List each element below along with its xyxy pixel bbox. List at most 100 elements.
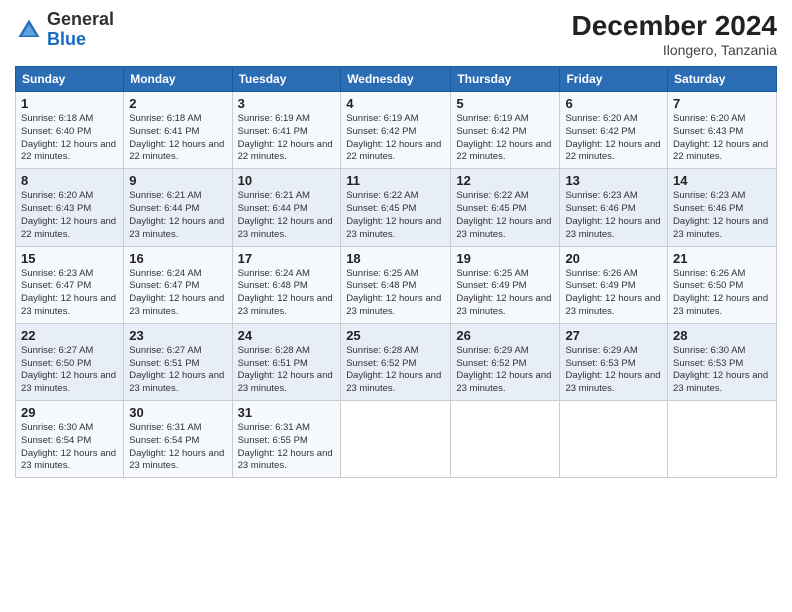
- sunrise-text: Sunrise: 6:23 AM: [21, 268, 93, 279]
- calendar-cell: 7 Sunrise: 6:20 AM Sunset: 6:43 PM Dayli…: [668, 92, 777, 169]
- day-number: 10: [238, 173, 336, 188]
- day-number: 24: [238, 328, 336, 343]
- sunset-text: Sunset: 6:47 PM: [129, 280, 199, 291]
- calendar-cell: 20 Sunrise: 6:26 AM Sunset: 6:49 PM Dayl…: [560, 246, 668, 323]
- day-number: 5: [456, 96, 554, 111]
- day-info: Sunrise: 6:24 AM Sunset: 6:47 PM Dayligh…: [129, 268, 226, 319]
- day-info: Sunrise: 6:22 AM Sunset: 6:45 PM Dayligh…: [346, 190, 445, 241]
- daylight-text: Daylight: 12 hours and 22 minutes.: [21, 139, 116, 163]
- day-number: 20: [565, 251, 662, 266]
- sunset-text: Sunset: 6:45 PM: [346, 203, 416, 214]
- day-info: Sunrise: 6:25 AM Sunset: 6:48 PM Dayligh…: [346, 268, 445, 319]
- daylight-text: Daylight: 12 hours and 23 minutes.: [238, 216, 333, 240]
- day-number: 13: [565, 173, 662, 188]
- sunset-text: Sunset: 6:41 PM: [129, 126, 199, 137]
- calendar-week-2: 8 Sunrise: 6:20 AM Sunset: 6:43 PM Dayli…: [16, 169, 777, 246]
- day-number: 11: [346, 173, 445, 188]
- sunrise-text: Sunrise: 6:19 AM: [456, 113, 528, 124]
- daylight-text: Daylight: 12 hours and 23 minutes.: [565, 216, 660, 240]
- daylight-text: Daylight: 12 hours and 22 minutes.: [565, 139, 660, 163]
- sunset-text: Sunset: 6:43 PM: [673, 126, 743, 137]
- day-info: Sunrise: 6:24 AM Sunset: 6:48 PM Dayligh…: [238, 268, 336, 319]
- day-number: 6: [565, 96, 662, 111]
- day-number: 4: [346, 96, 445, 111]
- sunrise-text: Sunrise: 6:25 AM: [346, 268, 418, 279]
- day-info: Sunrise: 6:20 AM Sunset: 6:42 PM Dayligh…: [565, 113, 662, 164]
- day-info: Sunrise: 6:23 AM Sunset: 6:46 PM Dayligh…: [673, 190, 771, 241]
- sunset-text: Sunset: 6:49 PM: [565, 280, 635, 291]
- sunset-text: Sunset: 6:44 PM: [129, 203, 199, 214]
- daylight-text: Daylight: 12 hours and 23 minutes.: [346, 370, 441, 394]
- calendar-week-1: 1 Sunrise: 6:18 AM Sunset: 6:40 PM Dayli…: [16, 92, 777, 169]
- sunset-text: Sunset: 6:41 PM: [238, 126, 308, 137]
- daylight-text: Daylight: 12 hours and 23 minutes.: [456, 293, 551, 317]
- sunset-text: Sunset: 6:43 PM: [21, 203, 91, 214]
- sunrise-text: Sunrise: 6:23 AM: [673, 190, 745, 201]
- day-number: 16: [129, 251, 226, 266]
- day-info: Sunrise: 6:28 AM Sunset: 6:52 PM Dayligh…: [346, 345, 445, 396]
- daylight-text: Daylight: 12 hours and 23 minutes.: [238, 293, 333, 317]
- calendar-cell: 14 Sunrise: 6:23 AM Sunset: 6:46 PM Dayl…: [668, 169, 777, 246]
- sunset-text: Sunset: 6:48 PM: [238, 280, 308, 291]
- daylight-text: Daylight: 12 hours and 23 minutes.: [21, 448, 116, 472]
- sunset-text: Sunset: 6:46 PM: [673, 203, 743, 214]
- day-number: 18: [346, 251, 445, 266]
- day-number: 30: [129, 405, 226, 420]
- daylight-text: Daylight: 12 hours and 23 minutes.: [129, 448, 224, 472]
- day-info: Sunrise: 6:26 AM Sunset: 6:50 PM Dayligh…: [673, 268, 771, 319]
- day-number: 17: [238, 251, 336, 266]
- day-number: 27: [565, 328, 662, 343]
- calendar-cell: 11 Sunrise: 6:22 AM Sunset: 6:45 PM Dayl…: [341, 169, 451, 246]
- day-number: 29: [21, 405, 118, 420]
- day-number: 3: [238, 96, 336, 111]
- sunset-text: Sunset: 6:40 PM: [21, 126, 91, 137]
- day-info: Sunrise: 6:26 AM Sunset: 6:49 PM Dayligh…: [565, 268, 662, 319]
- logo-blue: Blue: [47, 29, 86, 49]
- sunset-text: Sunset: 6:48 PM: [346, 280, 416, 291]
- day-info: Sunrise: 6:29 AM Sunset: 6:53 PM Dayligh…: [565, 345, 662, 396]
- day-info: Sunrise: 6:19 AM Sunset: 6:42 PM Dayligh…: [346, 113, 445, 164]
- calendar-cell: 13 Sunrise: 6:23 AM Sunset: 6:46 PM Dayl…: [560, 169, 668, 246]
- day-number: 15: [21, 251, 118, 266]
- col-wednesday: Wednesday: [341, 67, 451, 92]
- sunset-text: Sunset: 6:45 PM: [456, 203, 526, 214]
- sunrise-text: Sunrise: 6:28 AM: [346, 345, 418, 356]
- sunset-text: Sunset: 6:44 PM: [238, 203, 308, 214]
- daylight-text: Daylight: 12 hours and 23 minutes.: [673, 370, 768, 394]
- daylight-text: Daylight: 12 hours and 22 minutes.: [346, 139, 441, 163]
- main-container: General Blue December 2024 Ilongero, Tan…: [0, 0, 792, 488]
- sunrise-text: Sunrise: 6:30 AM: [673, 345, 745, 356]
- daylight-text: Daylight: 12 hours and 22 minutes.: [238, 139, 333, 163]
- sunrise-text: Sunrise: 6:23 AM: [565, 190, 637, 201]
- day-number: 2: [129, 96, 226, 111]
- sunrise-text: Sunrise: 6:28 AM: [238, 345, 310, 356]
- sunset-text: Sunset: 6:55 PM: [238, 435, 308, 446]
- calendar-week-5: 29 Sunrise: 6:30 AM Sunset: 6:54 PM Dayl…: [16, 401, 777, 478]
- calendar-cell: 10 Sunrise: 6:21 AM Sunset: 6:44 PM Dayl…: [232, 169, 341, 246]
- day-info: Sunrise: 6:31 AM Sunset: 6:55 PM Dayligh…: [238, 422, 336, 473]
- day-info: Sunrise: 6:21 AM Sunset: 6:44 PM Dayligh…: [129, 190, 226, 241]
- sunrise-text: Sunrise: 6:20 AM: [673, 113, 745, 124]
- sunset-text: Sunset: 6:42 PM: [346, 126, 416, 137]
- calendar-cell: 1 Sunrise: 6:18 AM Sunset: 6:40 PM Dayli…: [16, 92, 124, 169]
- calendar-week-3: 15 Sunrise: 6:23 AM Sunset: 6:47 PM Dayl…: [16, 246, 777, 323]
- day-info: Sunrise: 6:18 AM Sunset: 6:41 PM Dayligh…: [129, 113, 226, 164]
- sunrise-text: Sunrise: 6:31 AM: [129, 422, 201, 433]
- day-info: Sunrise: 6:21 AM Sunset: 6:44 PM Dayligh…: [238, 190, 336, 241]
- day-number: 8: [21, 173, 118, 188]
- calendar-cell: 15 Sunrise: 6:23 AM Sunset: 6:47 PM Dayl…: [16, 246, 124, 323]
- sunrise-text: Sunrise: 6:24 AM: [238, 268, 310, 279]
- calendar-cell: 30 Sunrise: 6:31 AM Sunset: 6:54 PM Dayl…: [124, 401, 232, 478]
- sunrise-text: Sunrise: 6:24 AM: [129, 268, 201, 279]
- sunrise-text: Sunrise: 6:25 AM: [456, 268, 528, 279]
- sunset-text: Sunset: 6:52 PM: [456, 358, 526, 369]
- day-info: Sunrise: 6:31 AM Sunset: 6:54 PM Dayligh…: [129, 422, 226, 473]
- day-number: 12: [456, 173, 554, 188]
- calendar-cell: 9 Sunrise: 6:21 AM Sunset: 6:44 PM Dayli…: [124, 169, 232, 246]
- col-saturday: Saturday: [668, 67, 777, 92]
- calendar-cell: 31 Sunrise: 6:31 AM Sunset: 6:55 PM Dayl…: [232, 401, 341, 478]
- day-number: 19: [456, 251, 554, 266]
- daylight-text: Daylight: 12 hours and 22 minutes.: [21, 216, 116, 240]
- day-number: 22: [21, 328, 118, 343]
- daylight-text: Daylight: 12 hours and 23 minutes.: [238, 448, 333, 472]
